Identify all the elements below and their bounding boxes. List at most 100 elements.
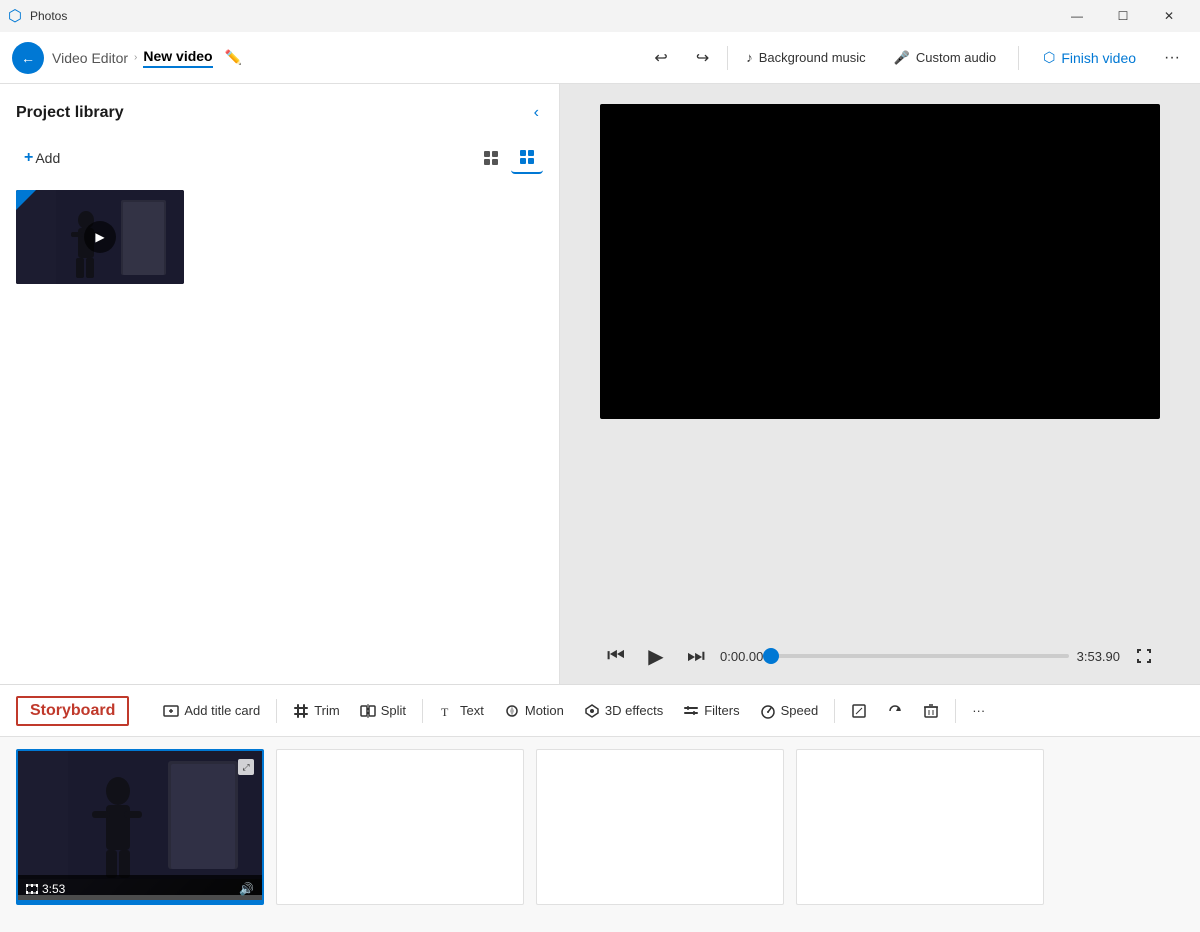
split-label: Split <box>381 703 406 718</box>
undo-icon: ↩ <box>654 48 667 68</box>
toolbar-right: ♪ Background music 🎤 Custom audio ⬡ Fini… <box>736 43 1188 73</box>
svg-text:T: T <box>441 705 449 719</box>
storyboard-empty-slot-3 <box>796 749 1044 905</box>
3d-effects-button[interactable]: 3D effects <box>574 697 673 725</box>
rotate-button[interactable] <box>877 697 913 725</box>
redo-icon: ↪ <box>696 48 709 68</box>
effects-icon <box>584 703 600 719</box>
toolbar-divider-1 <box>727 46 728 70</box>
back-button[interactable]: ← <box>12 42 44 74</box>
background-music-button[interactable]: ♪ Background music <box>736 44 875 71</box>
storyboard-section: Storyboard Add title card Trim <box>0 684 1200 932</box>
app-icon: ⬡ <box>8 6 22 26</box>
delete-icon <box>923 703 939 719</box>
toolbar-more-button[interactable]: ··· <box>1156 43 1188 73</box>
breadcrumb-parent[interactable]: Video Editor <box>52 50 128 66</box>
toolbar-left: ← Video Editor › New video ✏️ <box>12 42 640 74</box>
storyboard-empty-slot-2 <box>536 749 784 905</box>
storyboard-clip-1[interactable]: ⤢ 3:53 🔊 <box>16 749 264 905</box>
play-button[interactable]: ▶ <box>640 640 672 672</box>
progress-thumb <box>763 648 779 664</box>
view-toggle <box>475 142 543 174</box>
sb-divider-1 <box>276 699 277 723</box>
sb-divider-2 <box>422 699 423 723</box>
redo-button[interactable]: ↪ <box>686 42 719 74</box>
titlebar-left: ⬡ Photos <box>8 6 67 26</box>
skip-back-button[interactable]: ⏮ <box>600 640 632 672</box>
maximize-button[interactable]: ☐ <box>1100 0 1146 32</box>
add-media-button[interactable]: + Add <box>16 145 68 171</box>
undo-button[interactable]: ↩ <box>644 42 677 74</box>
progress-bar[interactable] <box>771 654 1068 658</box>
list-icon <box>519 149 535 165</box>
minimize-button[interactable]: — <box>1054 0 1100 32</box>
filters-label: Filters <box>704 703 739 718</box>
text-button[interactable]: T Text <box>429 697 494 725</box>
panel-title: Project library <box>16 104 124 122</box>
breadcrumb-current: New video <box>143 48 212 68</box>
play-overlay-button[interactable]: ▶ <box>84 221 116 253</box>
clip-duration-text: 3:53 <box>42 882 65 896</box>
sb-divider-3 <box>834 699 835 723</box>
bg-music-label: Background music <box>759 50 866 65</box>
panel-header: Project library ‹ <box>16 100 543 126</box>
media-grid: ▶ <box>16 190 543 284</box>
clip-info-bar: 3:53 🔊 <box>18 875 262 903</box>
speed-label: Speed <box>781 703 819 718</box>
fullscreen-icon <box>1136 648 1152 664</box>
panel-collapse-button[interactable]: ‹ <box>530 100 543 126</box>
title-card-icon <box>163 703 179 719</box>
add-label: Add <box>35 150 60 166</box>
toolbar-divider-2 <box>1018 46 1019 70</box>
split-button[interactable]: Split <box>350 697 416 725</box>
fullscreen-button[interactable] <box>1128 640 1160 672</box>
main-layout: Project library ‹ + Add <box>0 84 1200 684</box>
speed-icon <box>760 703 776 719</box>
clip-thumbnail <box>18 751 262 895</box>
add-title-card-button[interactable]: Add title card <box>153 697 270 725</box>
titlebar: ⬡ Photos — ☐ ✕ <box>0 0 1200 32</box>
toolbar: ← Video Editor › New video ✏️ ↩ ↪ ♪ Back… <box>0 32 1200 84</box>
finish-video-label: Finish video <box>1061 50 1136 66</box>
clip-duration: 3:53 <box>26 882 65 896</box>
delete-button[interactable] <box>913 697 949 725</box>
music-icon: ♪ <box>746 50 753 65</box>
plus-icon: + <box>24 149 33 167</box>
filters-button[interactable]: Filters <box>673 697 749 725</box>
trim-button[interactable]: Trim <box>283 697 350 725</box>
preview-panel: ⏮ ▶ ⏭ 0:00.00 3:53.90 <box>560 84 1200 684</box>
media-item[interactable]: ▶ <box>16 190 184 284</box>
playback-controls: ⏮ ▶ ⏭ 0:00.00 3:53.90 <box>600 632 1160 672</box>
breadcrumb-separator: › <box>134 52 137 63</box>
motion-button[interactable]: Motion <box>494 697 574 725</box>
audio-icon: 🎤 <box>894 50 910 66</box>
finish-video-button[interactable]: ⬡ Finish video <box>1031 43 1148 72</box>
resize-icon <box>851 703 867 719</box>
close-button[interactable]: ✕ <box>1146 0 1192 32</box>
sb-divider-4 <box>955 699 956 723</box>
clip-progress-bar <box>18 900 262 903</box>
grid-view-button[interactable] <box>475 142 507 174</box>
custom-audio-button[interactable]: 🎤 Custom audio <box>884 44 1006 72</box>
end-time: 3:53.90 <box>1077 649 1120 664</box>
add-title-card-label: Add title card <box>184 703 260 718</box>
trim-label: Trim <box>314 703 340 718</box>
storyboard-label[interactable]: Storyboard <box>16 696 129 726</box>
current-time: 0:00.00 <box>720 649 763 664</box>
toolbar-center: ↩ ↪ <box>644 42 719 74</box>
storyboard-more-button[interactable]: ··· <box>962 697 995 724</box>
titlebar-controls: — ☐ ✕ <box>1054 0 1192 32</box>
clip-resize-handle[interactable]: ⤢ <box>238 759 254 775</box>
edit-icon[interactable]: ✏️ <box>225 49 242 66</box>
list-view-button[interactable] <box>511 142 543 174</box>
storyboard-toolbar: Storyboard Add title card Trim <box>0 685 1200 737</box>
video-preview <box>600 104 1160 419</box>
skip-forward-button[interactable]: ⏭ <box>680 640 712 672</box>
storyboard-content: ⤢ 3:53 🔊 <box>0 737 1200 932</box>
speed-button[interactable]: Speed <box>750 697 829 725</box>
trim-icon <box>293 703 309 719</box>
motion-label: Motion <box>525 703 564 718</box>
text-label: Text <box>460 703 484 718</box>
resize-button[interactable] <box>841 697 877 725</box>
grid-icon <box>483 150 499 166</box>
